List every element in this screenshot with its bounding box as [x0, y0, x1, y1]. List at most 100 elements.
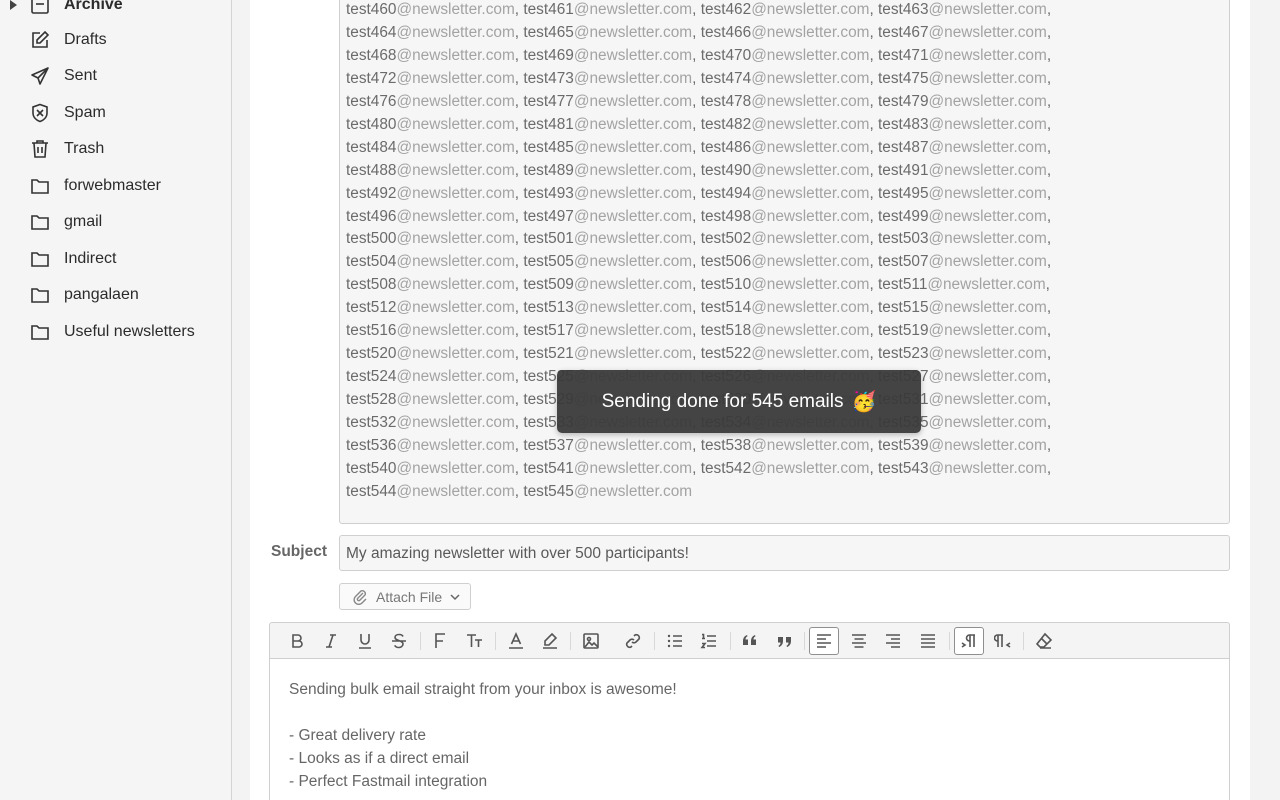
recipient-address[interactable]: test488@newsletter.com — [346, 162, 515, 179]
recipient-address[interactable]: test492@newsletter.com — [346, 185, 515, 202]
subject-input[interactable]: My amazing newsletter with over 500 part… — [339, 535, 1230, 571]
highlight-button[interactable] — [535, 627, 565, 655]
recipient-address[interactable]: test475@newsletter.com — [878, 70, 1047, 87]
recipient-address[interactable]: test542@newsletter.com — [701, 460, 870, 477]
recipient-address[interactable]: test514@newsletter.com — [701, 299, 870, 316]
recipient-address[interactable]: test504@newsletter.com — [346, 253, 515, 270]
recipient-address[interactable]: test481@newsletter.com — [523, 116, 692, 133]
recipient-address[interactable]: test485@newsletter.com — [523, 139, 692, 156]
recipient-address[interactable]: test523@newsletter.com — [878, 345, 1047, 362]
recipient-address[interactable]: test478@newsletter.com — [701, 93, 870, 110]
message-body-editor[interactable]: Sending bulk email straight from your in… — [269, 658, 1230, 800]
recipient-address[interactable]: test495@newsletter.com — [878, 185, 1047, 202]
sidebar-item-trash[interactable]: Trash — [0, 132, 232, 166]
recipient-address[interactable]: test510@newsletter.com — [701, 276, 870, 293]
recipient-address[interactable]: test515@newsletter.com — [878, 299, 1047, 316]
bold-button[interactable] — [282, 627, 312, 655]
recipient-address[interactable]: test516@newsletter.com — [346, 322, 515, 339]
underline-button[interactable] — [350, 627, 380, 655]
sidebar-item-indirect[interactable]: Indirect — [0, 242, 232, 276]
recipient-address[interactable]: test480@newsletter.com — [346, 116, 515, 133]
sidebar-item-sent[interactable]: Sent — [0, 59, 232, 93]
recipient-address[interactable]: test471@newsletter.com — [878, 47, 1047, 64]
recipient-address[interactable]: test509@newsletter.com — [523, 276, 692, 293]
clear-formatting-button[interactable] — [1029, 627, 1059, 655]
recipient-address[interactable]: test496@newsletter.com — [346, 208, 515, 225]
recipient-address[interactable]: test477@newsletter.com — [523, 93, 692, 110]
recipient-address[interactable]: test545@newsletter.com — [523, 483, 692, 500]
insert-image-button[interactable] — [576, 627, 606, 655]
recipient-address[interactable]: test503@newsletter.com — [878, 230, 1047, 247]
recipient-address[interactable]: test537@newsletter.com — [523, 437, 692, 454]
recipient-address[interactable]: test474@newsletter.com — [701, 70, 870, 87]
recipient-address[interactable]: test472@newsletter.com — [346, 70, 515, 87]
recipient-address[interactable]: test506@newsletter.com — [701, 253, 870, 270]
recipient-address[interactable]: test490@newsletter.com — [701, 162, 870, 179]
recipient-address[interactable]: test528@newsletter.com — [346, 391, 515, 408]
recipients-field[interactable]: test456@newsletter.com, test457@newslett… — [339, 0, 1230, 524]
recipient-address[interactable]: test508@newsletter.com — [346, 276, 515, 293]
recipient-address[interactable]: test507@newsletter.com — [878, 253, 1047, 270]
recipient-address[interactable]: test520@newsletter.com — [346, 345, 515, 362]
recipient-address[interactable]: test470@newsletter.com — [701, 47, 870, 64]
text-color-button[interactable] — [501, 627, 531, 655]
recipient-address[interactable]: test469@newsletter.com — [523, 47, 692, 64]
sidebar-item-forwebmaster[interactable]: forwebmaster — [0, 169, 232, 203]
recipient-address[interactable]: test541@newsletter.com — [523, 460, 692, 477]
numbered-list-button[interactable] — [694, 627, 724, 655]
recipient-address[interactable]: test544@newsletter.com — [346, 483, 515, 500]
recipient-address[interactable]: test467@newsletter.com — [878, 24, 1047, 41]
font-family-button[interactable] — [425, 627, 455, 655]
strikethrough-button[interactable] — [384, 627, 414, 655]
recipient-address[interactable]: test463@newsletter.com — [878, 1, 1047, 18]
recipient-address[interactable]: test468@newsletter.com — [346, 47, 515, 64]
sidebar-item-pangalaen[interactable]: pangalaen — [0, 278, 232, 312]
recipient-address[interactable]: test500@newsletter.com — [346, 230, 515, 247]
recipient-address[interactable]: test519@newsletter.com — [878, 322, 1047, 339]
quote-close-button[interactable] — [769, 627, 799, 655]
recipient-address[interactable]: test489@newsletter.com — [523, 162, 692, 179]
recipient-address[interactable]: test540@newsletter.com — [346, 460, 515, 477]
recipient-address[interactable]: test497@newsletter.com — [523, 208, 692, 225]
align-left-button[interactable] — [809, 627, 839, 655]
recipient-address[interactable]: test512@newsletter.com — [346, 299, 515, 316]
recipient-address[interactable]: test499@newsletter.com — [878, 208, 1047, 225]
recipient-address[interactable]: test539@newsletter.com — [878, 437, 1047, 454]
font-size-button[interactable] — [459, 627, 489, 655]
text-direction-rtl-button[interactable] — [988, 627, 1018, 655]
recipient-address[interactable]: test487@newsletter.com — [878, 139, 1047, 156]
recipient-address[interactable]: test511@newsletter.com — [878, 276, 1046, 293]
sidebar-item-useful-newsletters[interactable]: Useful newsletters — [0, 315, 232, 349]
recipient-address[interactable]: test536@newsletter.com — [346, 437, 515, 454]
recipient-address[interactable]: test466@newsletter.com — [701, 24, 870, 41]
recipient-address[interactable]: test461@newsletter.com — [523, 1, 692, 18]
recipient-address[interactable]: test538@newsletter.com — [701, 437, 870, 454]
align-center-button[interactable] — [844, 627, 874, 655]
recipient-address[interactable]: test460@newsletter.com — [346, 1, 515, 18]
bulleted-list-button[interactable] — [660, 627, 690, 655]
recipient-address[interactable]: test462@newsletter.com — [701, 1, 870, 18]
recipient-address[interactable]: test522@newsletter.com — [701, 345, 870, 362]
sidebar-item-archive[interactable]: Archive — [0, 0, 232, 22]
italic-button[interactable] — [316, 627, 346, 655]
recipient-address[interactable]: test464@newsletter.com — [346, 24, 515, 41]
recipient-address[interactable]: test483@newsletter.com — [878, 116, 1047, 133]
recipient-address[interactable]: test513@newsletter.com — [523, 299, 692, 316]
recipient-address[interactable]: test498@newsletter.com — [701, 208, 870, 225]
recipient-address[interactable]: test486@newsletter.com — [701, 139, 870, 156]
recipient-address[interactable]: test518@newsletter.com — [701, 322, 870, 339]
recipient-address[interactable]: test524@newsletter.com — [346, 368, 515, 385]
recipient-address[interactable]: test465@newsletter.com — [523, 24, 692, 41]
sidebar-item-spam[interactable]: Spam — [0, 96, 232, 130]
recipient-address[interactable]: test479@newsletter.com — [878, 93, 1047, 110]
recipient-address[interactable]: test505@newsletter.com — [523, 253, 692, 270]
quote-open-button[interactable] — [735, 627, 765, 655]
recipient-address[interactable]: test521@newsletter.com — [523, 345, 692, 362]
insert-link-button[interactable] — [618, 627, 648, 655]
text-direction-ltr-button[interactable] — [954, 627, 984, 655]
recipient-address[interactable]: test532@newsletter.com — [346, 414, 515, 431]
recipient-address[interactable]: test502@newsletter.com — [701, 230, 870, 247]
sidebar-item-drafts[interactable]: Drafts — [0, 23, 232, 57]
attach-file-button[interactable]: Attach File — [339, 583, 471, 610]
recipient-address[interactable]: test501@newsletter.com — [523, 230, 692, 247]
